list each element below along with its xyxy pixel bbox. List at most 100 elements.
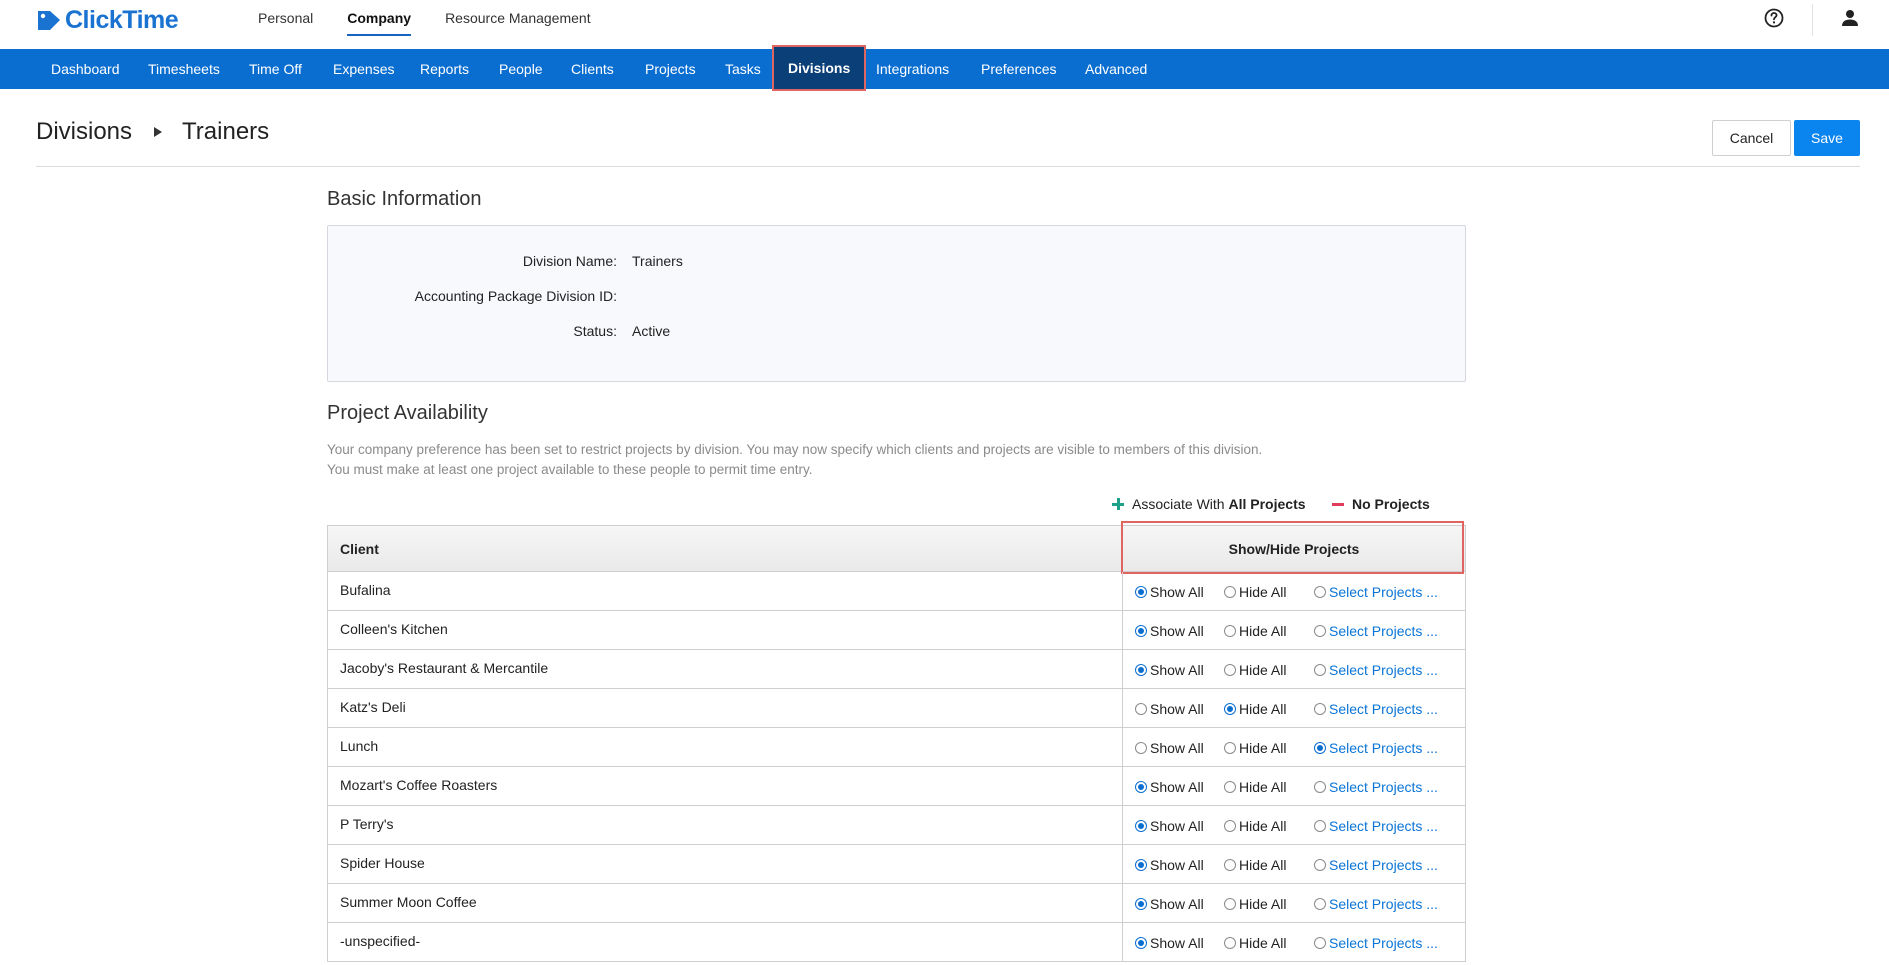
nav-timesheets[interactable]: Timesheets bbox=[148, 49, 220, 89]
client-name: Jacoby's Restaurant & Mercantile bbox=[340, 660, 549, 676]
radio-button[interactable] bbox=[1224, 859, 1236, 871]
table-row: Mozart's Coffee Roasters Show All Hide All… bbox=[327, 767, 1466, 806]
show-all-option[interactable]: Show All bbox=[1135, 740, 1204, 756]
show-all-option[interactable]: Show All bbox=[1135, 623, 1204, 639]
nav-divisions[interactable]: Divisions bbox=[772, 45, 867, 91]
radio-button[interactable] bbox=[1314, 781, 1326, 793]
radio-button[interactable] bbox=[1314, 664, 1326, 676]
radio-button[interactable] bbox=[1314, 859, 1326, 871]
show-all-option[interactable]: Show All bbox=[1135, 584, 1204, 600]
select-projects-option[interactable]: Select Projects ... bbox=[1314, 935, 1438, 951]
no-projects[interactable]: No Projects bbox=[1332, 496, 1430, 512]
client-name: Summer Moon Coffee bbox=[340, 894, 477, 910]
hide-all-option[interactable]: Hide All bbox=[1224, 662, 1286, 678]
show-hide-options: Show All Hide All Select Projects ... bbox=[1122, 923, 1465, 961]
save-button[interactable]: Save bbox=[1794, 120, 1860, 156]
hide-all-option[interactable]: Hide All bbox=[1224, 857, 1286, 873]
show-all-option[interactable]: Show All bbox=[1135, 818, 1204, 834]
radio-button[interactable] bbox=[1135, 820, 1147, 832]
radio-button[interactable] bbox=[1224, 586, 1236, 598]
nav-advanced[interactable]: Advanced bbox=[1085, 49, 1147, 89]
show-all-option[interactable]: Show All bbox=[1135, 857, 1204, 873]
radio-button[interactable] bbox=[1224, 820, 1236, 832]
hide-all-option[interactable]: Hide All bbox=[1224, 584, 1286, 600]
radio-button[interactable] bbox=[1314, 625, 1326, 637]
radio-button[interactable] bbox=[1135, 586, 1147, 598]
nav-clients[interactable]: Clients bbox=[571, 49, 614, 89]
topnav-personal[interactable]: Personal bbox=[258, 10, 313, 36]
client-name: Katz's Deli bbox=[340, 699, 406, 715]
client-name: P Terry's bbox=[340, 816, 394, 832]
hide-all-option[interactable]: Hide All bbox=[1224, 818, 1286, 834]
nav-people[interactable]: People bbox=[499, 49, 543, 89]
nav-expenses[interactable]: Expenses bbox=[333, 49, 394, 89]
radio-button[interactable] bbox=[1135, 664, 1147, 676]
nav-reports[interactable]: Reports bbox=[420, 49, 469, 89]
radio-button[interactable] bbox=[1224, 625, 1236, 637]
nav-integrations[interactable]: Integrations bbox=[876, 49, 949, 89]
show-hide-options: Show All Hide All Select Projects ... bbox=[1122, 845, 1465, 883]
radio-button[interactable] bbox=[1314, 898, 1326, 910]
show-hide-options: Show All Hide All Select Projects ... bbox=[1122, 650, 1465, 688]
nav-time-off[interactable]: Time Off bbox=[249, 49, 302, 89]
radio-button[interactable] bbox=[1135, 781, 1147, 793]
radio-button[interactable] bbox=[1135, 937, 1147, 949]
radio-button[interactable] bbox=[1314, 703, 1326, 715]
radio-button[interactable] bbox=[1224, 898, 1236, 910]
help-icon[interactable] bbox=[1764, 8, 1784, 28]
radio-button[interactable] bbox=[1135, 742, 1147, 754]
clicktime-logo[interactable]: ClickTime bbox=[36, 5, 179, 35]
radio-button[interactable] bbox=[1224, 703, 1236, 715]
radio-button[interactable] bbox=[1224, 781, 1236, 793]
topnav-resource-management[interactable]: Resource Management bbox=[445, 10, 591, 36]
radio-button[interactable] bbox=[1314, 820, 1326, 832]
user-icon[interactable] bbox=[1840, 8, 1860, 28]
brand-name: ClickTime bbox=[65, 5, 179, 34]
nav-dashboard[interactable]: Dashboard bbox=[51, 49, 120, 89]
radio-button[interactable] bbox=[1224, 664, 1236, 676]
select-projects-option[interactable]: Select Projects ... bbox=[1314, 857, 1438, 873]
top-bar: ClickTime Personal Company Resource Mana… bbox=[0, 0, 1889, 49]
cancel-button[interactable]: Cancel bbox=[1712, 120, 1791, 156]
legend-all-prefix: Associate With bbox=[1132, 496, 1225, 512]
radio-button[interactable] bbox=[1314, 742, 1326, 754]
select-projects-option[interactable]: Select Projects ... bbox=[1314, 584, 1438, 600]
radio-button[interactable] bbox=[1135, 898, 1147, 910]
show-all-option[interactable]: Show All bbox=[1135, 896, 1204, 912]
select-projects-option[interactable]: Select Projects ... bbox=[1314, 623, 1438, 639]
description-line: You must make at least one project avail… bbox=[327, 462, 813, 477]
select-projects-option[interactable]: Select Projects ... bbox=[1314, 818, 1438, 834]
topnav-company[interactable]: Company bbox=[347, 10, 412, 36]
show-all-option[interactable]: Show All bbox=[1135, 701, 1204, 717]
select-projects-option[interactable]: Select Projects ... bbox=[1314, 662, 1438, 678]
radio-button[interactable] bbox=[1224, 937, 1236, 949]
associate-all-projects[interactable]: Associate With All Projects bbox=[1112, 496, 1306, 512]
hide-all-option[interactable]: Hide All bbox=[1224, 896, 1286, 912]
select-projects-option[interactable]: Select Projects ... bbox=[1314, 740, 1438, 756]
breadcrumb-parent[interactable]: Divisions bbox=[36, 118, 132, 146]
nav-projects[interactable]: Projects bbox=[645, 49, 696, 89]
show-all-option[interactable]: Show All bbox=[1135, 662, 1204, 678]
hide-all-option[interactable]: Hide All bbox=[1224, 779, 1286, 795]
nav-preferences[interactable]: Preferences bbox=[981, 49, 1056, 89]
radio-button[interactable] bbox=[1135, 859, 1147, 871]
show-all-option[interactable]: Show All bbox=[1135, 779, 1204, 795]
hide-all-option[interactable]: Hide All bbox=[1224, 623, 1286, 639]
select-projects-option[interactable]: Select Projects ... bbox=[1314, 896, 1438, 912]
table-row: Lunch Show All Hide All Select Projects ... bbox=[327, 728, 1466, 767]
show-all-option[interactable]: Show All bbox=[1135, 935, 1204, 951]
select-projects-option[interactable]: Select Projects ... bbox=[1314, 779, 1438, 795]
column-client[interactable]: Client bbox=[340, 541, 379, 557]
nav-tasks[interactable]: Tasks bbox=[725, 49, 761, 89]
top-divider bbox=[1812, 4, 1813, 36]
radio-button[interactable] bbox=[1224, 742, 1236, 754]
radio-button[interactable] bbox=[1135, 703, 1147, 715]
hide-all-option[interactable]: Hide All bbox=[1224, 701, 1286, 717]
hide-all-option[interactable]: Hide All bbox=[1224, 935, 1286, 951]
radio-button[interactable] bbox=[1135, 625, 1147, 637]
hide-all-option[interactable]: Hide All bbox=[1224, 740, 1286, 756]
select-projects-option[interactable]: Select Projects ... bbox=[1314, 701, 1438, 717]
radio-button[interactable] bbox=[1314, 586, 1326, 598]
radio-button[interactable] bbox=[1314, 937, 1326, 949]
accounting-id-label: Accounting Package Division ID: bbox=[414, 288, 617, 304]
